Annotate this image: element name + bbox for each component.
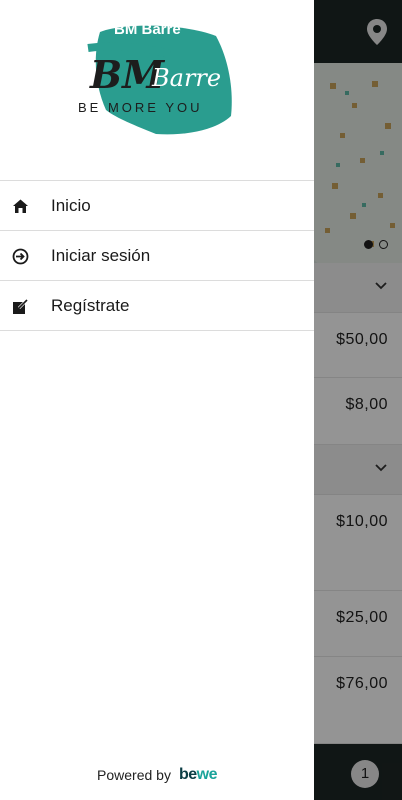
navigation-drawer: BM Barre BM Barre BE MORE YOU Inicio Ini… xyxy=(0,0,314,800)
login-icon xyxy=(12,248,29,265)
svg-text:BE MORE YOU: BE MORE YOU xyxy=(78,100,203,115)
menu-item-label: Inicio xyxy=(51,195,91,215)
powered-by-footer: Powered by bewe xyxy=(0,766,314,784)
menu-item-label: Iniciar sesión xyxy=(51,245,151,265)
brand-logo: BM Barre BM Barre BE MORE YOU xyxy=(78,21,232,135)
bewe-logo-be: be xyxy=(178,766,197,783)
home-icon xyxy=(13,199,28,213)
menu-item-label: Regístrate xyxy=(51,295,130,315)
bewe-logo-we: we xyxy=(196,766,218,783)
menu-item-registrate[interactable]: Regístrate xyxy=(0,281,314,331)
svg-text:Barre: Barre xyxy=(151,64,221,92)
powered-by-text: Powered by xyxy=(97,767,171,783)
register-icon xyxy=(13,298,29,314)
menu-item-iniciar-sesion[interactable]: Iniciar sesión xyxy=(0,231,314,281)
bewe-logo[interactable]: bewe xyxy=(178,766,218,784)
svg-text:BM Barre: BM Barre xyxy=(114,21,181,38)
drawer-menu: Inicio Iniciar sesión Regístrate xyxy=(0,180,314,331)
menu-item-inicio[interactable]: Inicio xyxy=(0,181,314,231)
